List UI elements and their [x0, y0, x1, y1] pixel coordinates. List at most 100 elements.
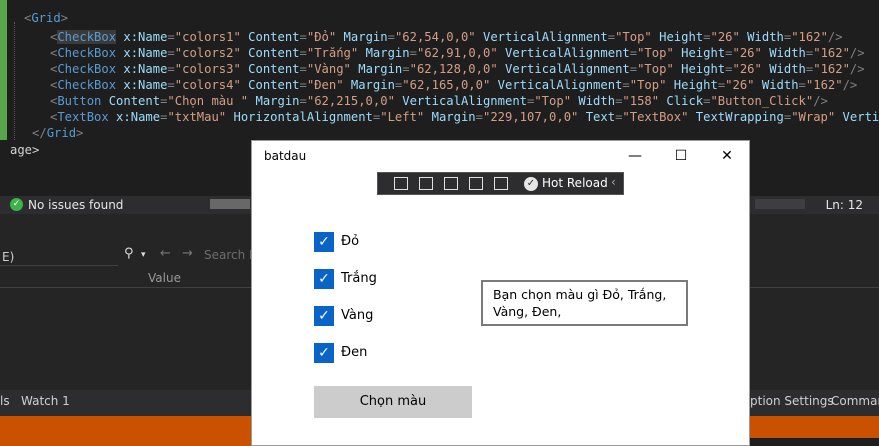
- code-token: "162": [813, 62, 850, 76]
- result-textbox[interactable]: Bạn chọn màu gì Đỏ, Trắng, Vàng, Đen,: [481, 280, 688, 326]
- code-token: CheckBox: [57, 30, 117, 44]
- line-indicator: Ln: 12: [825, 198, 863, 212]
- collapse-toolbar-icon[interactable]: ‹: [611, 175, 616, 189]
- code-token: VerticalAlignment: [497, 62, 630, 76]
- code-token: VerticalAlignment: [394, 94, 527, 108]
- code-line: <CheckBox x:Name="colors1" Content="Đỏ" …: [50, 29, 843, 45]
- code-token: Width: [739, 30, 784, 44]
- code-token: "62,54,0,0": [394, 30, 476, 44]
- code-token: "Top": [637, 62, 674, 76]
- code-token: Height: [651, 30, 704, 44]
- code-token: x:Name: [116, 78, 168, 92]
- checkbox-label-den[interactable]: Đen: [341, 345, 367, 360]
- horizontal-scrollbar-thumb[interactable]: [210, 199, 250, 209]
- checkbox-vang[interactable]: ✓: [314, 306, 334, 326]
- live-visual-tree-icon[interactable]: [394, 177, 408, 190]
- checkbox-label-trang[interactable]: Trắng: [341, 271, 377, 286]
- code-token: =: [167, 30, 175, 44]
- code-token: "Trắng": [306, 46, 359, 60]
- code-token: "Wrap": [791, 110, 836, 124]
- display-adorners-icon[interactable]: [444, 177, 458, 190]
- code-token: />: [827, 30, 843, 44]
- code-token: Height: [673, 46, 726, 60]
- code-token: =: [798, 78, 806, 92]
- code-token: "Top": [629, 78, 667, 92]
- code-token: =: [299, 62, 307, 76]
- code-token: Content: [240, 30, 300, 44]
- code-token: =: [299, 94, 307, 108]
- code-token: Text: [578, 110, 616, 124]
- choose-color-button[interactable]: Chọn màu: [314, 386, 472, 418]
- tab-exception-settings[interactable]: ption Settings: [750, 394, 834, 408]
- code-token: "162": [813, 46, 850, 60]
- code-token: Content: [240, 46, 300, 60]
- tab-watch-1[interactable]: Watch 1: [21, 394, 70, 408]
- search-prefix: E): [2, 250, 15, 264]
- value-column-header[interactable]: Value: [148, 271, 181, 285]
- tab-command-window[interactable]: Comman: [831, 394, 879, 408]
- code-token: "62,165,0,0": [402, 78, 491, 92]
- code-token: />: [813, 94, 828, 108]
- code-line: <Button Content="Chọn màu " Margin="62,2…: [50, 93, 828, 109]
- code-token: x:Name: [108, 110, 161, 124]
- select-element-icon[interactable]: [419, 177, 433, 190]
- code-token: />: [842, 78, 858, 92]
- code-token: =: [409, 46, 417, 60]
- issues-status[interactable]: No issues found: [28, 198, 123, 212]
- minimize-button[interactable]: —: [612, 141, 658, 171]
- code-token: Margin: [350, 62, 403, 76]
- horizontal-scrollbar-track[interactable]: [755, 199, 805, 209]
- checkbox-do[interactable]: ✓: [314, 232, 334, 252]
- code-token: CheckBox: [57, 46, 117, 60]
- track-focus-icon[interactable]: [469, 177, 483, 190]
- code-token: "158": [622, 94, 660, 108]
- code-token: Content: [101, 94, 161, 108]
- chevron-down-icon[interactable]: ▾: [141, 250, 146, 260]
- code-token: =: [167, 46, 175, 60]
- code-line: <Grid>: [24, 10, 68, 26]
- checkbox-trang[interactable]: ✓: [314, 269, 334, 289]
- code-token: Height: [673, 62, 726, 76]
- search-icon[interactable]: ⚲: [124, 246, 134, 261]
- code-token: >: [76, 126, 84, 140]
- code-token: "colors4": [174, 78, 241, 92]
- watch-search-input[interactable]: E): [0, 245, 118, 266]
- code-token: "62,91,0,0": [416, 46, 498, 60]
- code-token: Width: [754, 78, 799, 92]
- maximize-button[interactable]: ☐: [658, 141, 704, 171]
- code-token: =: [629, 46, 638, 60]
- close-button[interactable]: ✕: [704, 141, 749, 171]
- code-token: VerticalAlignment: [475, 30, 608, 44]
- code-token: =: [167, 78, 175, 92]
- code-token: Margin: [358, 46, 410, 60]
- code-token: Content: [240, 62, 300, 76]
- code-token: Width: [761, 46, 806, 60]
- code-token: Width: [761, 62, 806, 76]
- code-line: <CheckBox x:Name="colors4" Content="Đen"…: [50, 77, 857, 93]
- code-token: "Đen": [306, 78, 344, 92]
- code-token: "colors1": [174, 30, 241, 44]
- checkbox-den[interactable]: ✓: [314, 343, 334, 363]
- code-token: "229,107,0,0": [482, 110, 579, 124]
- code-line: age>: [10, 142, 39, 158]
- window-title: batdau: [264, 149, 307, 163]
- code-token: Margin: [343, 78, 395, 92]
- code-token: =: [299, 46, 307, 60]
- forward-arrow-icon[interactable]: →: [182, 246, 193, 261]
- code-line: <TextBox x:Name="txtMau" HorizontalAlign…: [50, 109, 879, 125]
- code-token: "TextBox": [622, 110, 689, 124]
- back-arrow-icon[interactable]: ←: [160, 246, 171, 261]
- tab-locals[interactable]: ls: [0, 394, 10, 408]
- hot-reload-label[interactable]: Hot Reload: [542, 176, 608, 190]
- code-token: "Vàng": [306, 62, 351, 76]
- code-token: "162": [791, 30, 828, 44]
- checkbox-label-do[interactable]: Đỏ: [341, 234, 359, 249]
- display-layout-icon[interactable]: [494, 177, 508, 190]
- code-token: />: [849, 46, 865, 60]
- code-token: x:Name: [116, 62, 168, 76]
- xaml-runtime-toolbar: ✓ Hot Reload ‹: [377, 172, 624, 195]
- code-token: "Chọn màu ": [167, 94, 249, 108]
- code-token: age>: [10, 143, 40, 157]
- code-token: Grid: [46, 126, 77, 140]
- checkbox-label-vang[interactable]: Vàng: [341, 308, 373, 323]
